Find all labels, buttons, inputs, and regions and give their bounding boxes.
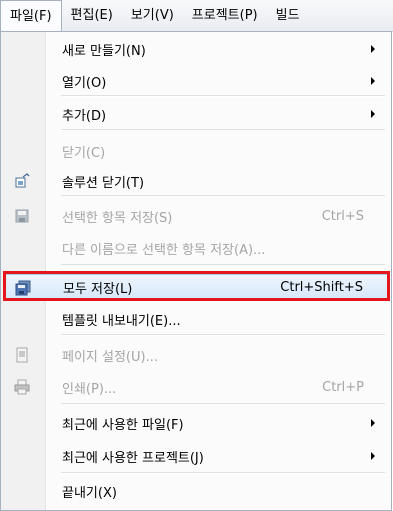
menu-item-label: 선택한 항목 저장(S) bbox=[62, 210, 173, 226]
menu-item-label: 템플릿 내보내기(E)... bbox=[62, 313, 181, 329]
menu-view[interactable]: 보기(V) bbox=[122, 0, 183, 31]
menu-file[interactable]: 파일(F) bbox=[0, 0, 62, 32]
menu-item-recent-projects[interactable]: 최근에 사용한 프로젝트(J) bbox=[3, 443, 389, 469]
submenu-arrow-icon bbox=[371, 110, 375, 118]
menu-item-label: 새로 만들기(N) bbox=[62, 43, 146, 59]
menu-project[interactable]: 프로젝트(P) bbox=[183, 0, 267, 31]
menu-item-label: 최근에 사용한 프로젝트(J) bbox=[62, 450, 204, 466]
menu-item-open[interactable]: 열기(O) bbox=[3, 68, 389, 94]
menu-item-page-setup[interactable]: 페이지 설정(U)... bbox=[3, 342, 389, 368]
menu-item-label: 페이지 설정(U)... bbox=[62, 349, 158, 365]
menu-item-label: 인쇄(P)... bbox=[62, 381, 117, 397]
submenu-arrow-icon bbox=[371, 419, 375, 427]
menu-bar: 파일(F) 편집(E) 보기(V) 프로젝트(P) 빌드 bbox=[0, 0, 393, 32]
menu-item-label: 열기(O) bbox=[62, 75, 107, 91]
menu-item-close-solution[interactable]: 솔루션 닫기(T) bbox=[3, 168, 389, 194]
menu-separator bbox=[61, 195, 385, 197]
menu-item-label: 끝내기(X) bbox=[62, 485, 117, 501]
menu-separator bbox=[61, 129, 385, 131]
menu-item-save-selected-as[interactable]: 다른 이름으로 선택한 항목 저장(A)... bbox=[3, 235, 389, 261]
menu-item-shortcut: Ctrl+S bbox=[321, 208, 364, 224]
menu-separator bbox=[61, 472, 385, 474]
menu-item-label: 닫기(C) bbox=[62, 145, 106, 161]
highlight-annotation-frame bbox=[3, 271, 390, 301]
menu-edit[interactable]: 편집(E) bbox=[62, 0, 122, 31]
menu-item-print[interactable]: 인쇄(P)... Ctrl+P bbox=[3, 374, 389, 400]
close-solution-icon bbox=[14, 173, 30, 189]
menu-item-exit[interactable]: 끝내기(X) bbox=[3, 478, 389, 504]
menu-item-label: 추가(D) bbox=[62, 108, 107, 124]
menu-item-export-template[interactable]: 템플릿 내보내기(E)... bbox=[3, 306, 389, 332]
menu-separator bbox=[61, 264, 385, 266]
menu-separator bbox=[61, 403, 385, 405]
submenu-arrow-icon bbox=[371, 77, 375, 85]
menu-item-close[interactable]: 닫기(C) bbox=[3, 138, 389, 164]
menu-item-recent-files[interactable]: 최근에 사용한 파일(F) bbox=[3, 410, 389, 436]
menu-item-label: 최근에 사용한 파일(F) bbox=[62, 417, 184, 433]
menu-item-new[interactable]: 새로 만들기(N) bbox=[3, 36, 389, 62]
menu-item-shortcut: Ctrl+P bbox=[322, 379, 364, 395]
submenu-arrow-icon bbox=[371, 452, 375, 460]
menu-build[interactable]: 빌드 bbox=[267, 0, 309, 31]
print-icon bbox=[14, 379, 30, 395]
menu-item-label: 솔루션 닫기(T) bbox=[62, 175, 145, 191]
save-icon bbox=[14, 208, 30, 224]
menu-item-label: 다른 이름으로 선택한 항목 저장(A)... bbox=[62, 242, 266, 258]
page-setup-icon bbox=[14, 347, 30, 363]
menu-item-save-selected[interactable]: 선택한 항목 저장(S) Ctrl+S bbox=[3, 203, 389, 229]
menu-item-add[interactable]: 추가(D) bbox=[3, 101, 389, 127]
menu-separator bbox=[61, 334, 385, 336]
submenu-arrow-icon bbox=[371, 45, 375, 53]
menu-separator bbox=[61, 95, 385, 97]
